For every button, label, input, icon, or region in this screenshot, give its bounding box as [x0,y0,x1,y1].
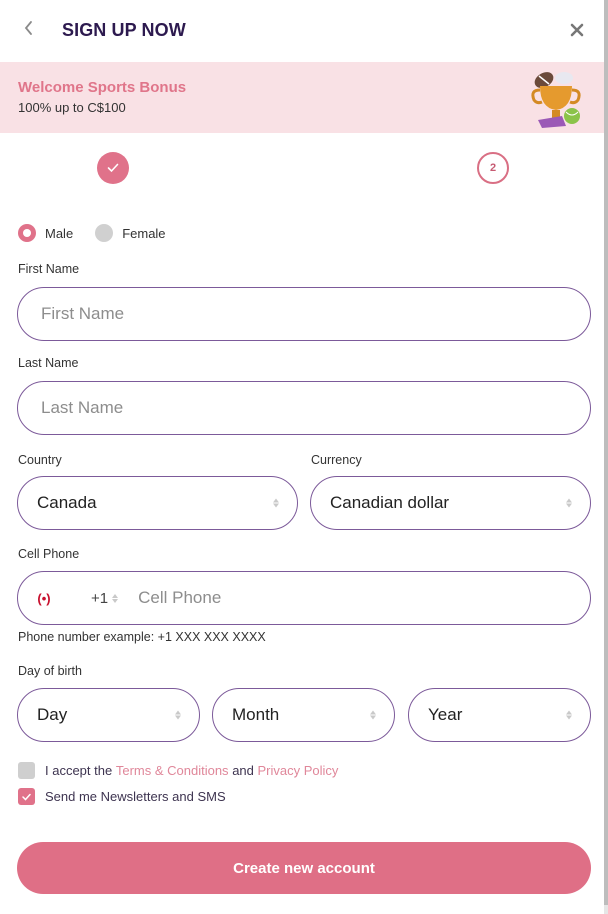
checkmark-icon [107,163,119,173]
terms-checkbox[interactable] [18,762,35,779]
select-arrows-icon [273,498,279,508]
country-label: Country [18,453,62,467]
create-account-button[interactable]: Create new account [17,842,591,894]
canada-flag-icon[interactable]: (•) [35,591,53,606]
close-button[interactable] [566,19,588,41]
step-2-current[interactable]: 2 [477,152,509,184]
chevron-left-icon [24,21,32,35]
first-name-placeholder: First Name [41,304,125,323]
first-name-label: First Name [18,262,80,276]
gender-option-male[interactable]: Male [18,224,73,242]
newsletter-checkbox[interactable] [18,788,35,805]
radio-male[interactable] [18,224,36,242]
gender-label-female: Female [122,225,166,241]
scrollbar-thumb[interactable] [604,0,608,905]
gender-selector: Male Female [18,224,188,242]
terms-prefix: I accept the [45,763,113,778]
currency-label: Currency [311,453,362,467]
birth-day-value: Day [37,705,68,724]
select-arrows-icon [566,498,572,508]
header: SIGN UP NOW [0,0,604,62]
step-1-completed[interactable] [97,152,129,184]
country-select[interactable]: Canada [17,476,298,530]
page-title: SIGN UP NOW [62,20,186,40]
country-code-value: +1 [91,589,109,607]
scrollbar[interactable] [604,0,608,914]
newsletter-label: Send me Newsletters and SMS [45,789,226,804]
bonus-subtitle: 100% up to C$100 [18,100,126,115]
bonus-title: Welcome Sports Bonus [18,79,187,96]
cell-phone-label: Cell Phone [18,547,80,561]
phone-hint: Phone number example: +1 XXX XXX XXXX [18,630,266,644]
last-name-placeholder: Last Name [41,398,124,417]
cell-phone-field: (•) +1 Cell Phone [17,571,591,625]
signup-page: SIGN UP NOW Welcome Sports Bonus 100% up… [0,0,604,914]
newsletter-consent: Send me Newsletters and SMS [18,788,226,805]
first-name-input[interactable]: First Name [17,287,591,341]
country-value: Canada [37,493,97,512]
checkmark-icon [22,793,31,801]
back-button[interactable] [22,18,42,42]
birth-day-select[interactable]: Day [17,688,200,742]
currency-select[interactable]: Canadian dollar [310,476,591,530]
terms-link[interactable]: Terms & Conditions [116,763,229,778]
currency-value: Canadian dollar [330,493,450,512]
select-arrows-icon [566,710,572,720]
select-arrows-icon [175,710,181,720]
select-arrows-icon [370,710,376,720]
terms-middle: and [232,763,254,778]
birth-year-select[interactable]: Year [408,688,591,742]
country-code-select[interactable]: +1 [91,589,119,607]
cell-phone-input[interactable]: Cell Phone [138,588,221,608]
birth-month-value: Month [232,705,280,724]
close-icon [570,23,584,37]
trophy-icon [531,72,581,128]
radio-female[interactable] [95,224,114,242]
select-arrows-icon [112,593,119,603]
gender-label-male: Male [45,225,74,241]
last-name-label: Last Name [18,356,79,370]
birth-month-select[interactable]: Month [212,688,395,742]
privacy-link[interactable]: Privacy Policy [258,763,339,778]
birth-label: Day of birth [18,664,82,678]
terms-consent: I accept the Terms & Conditions and Priv… [18,762,338,779]
bonus-banner: Welcome Sports Bonus 100% up to C$100 [0,62,604,133]
birth-year-value: Year [428,705,463,724]
gender-option-female[interactable]: Female [95,224,166,242]
last-name-input[interactable]: Last Name [17,381,591,435]
